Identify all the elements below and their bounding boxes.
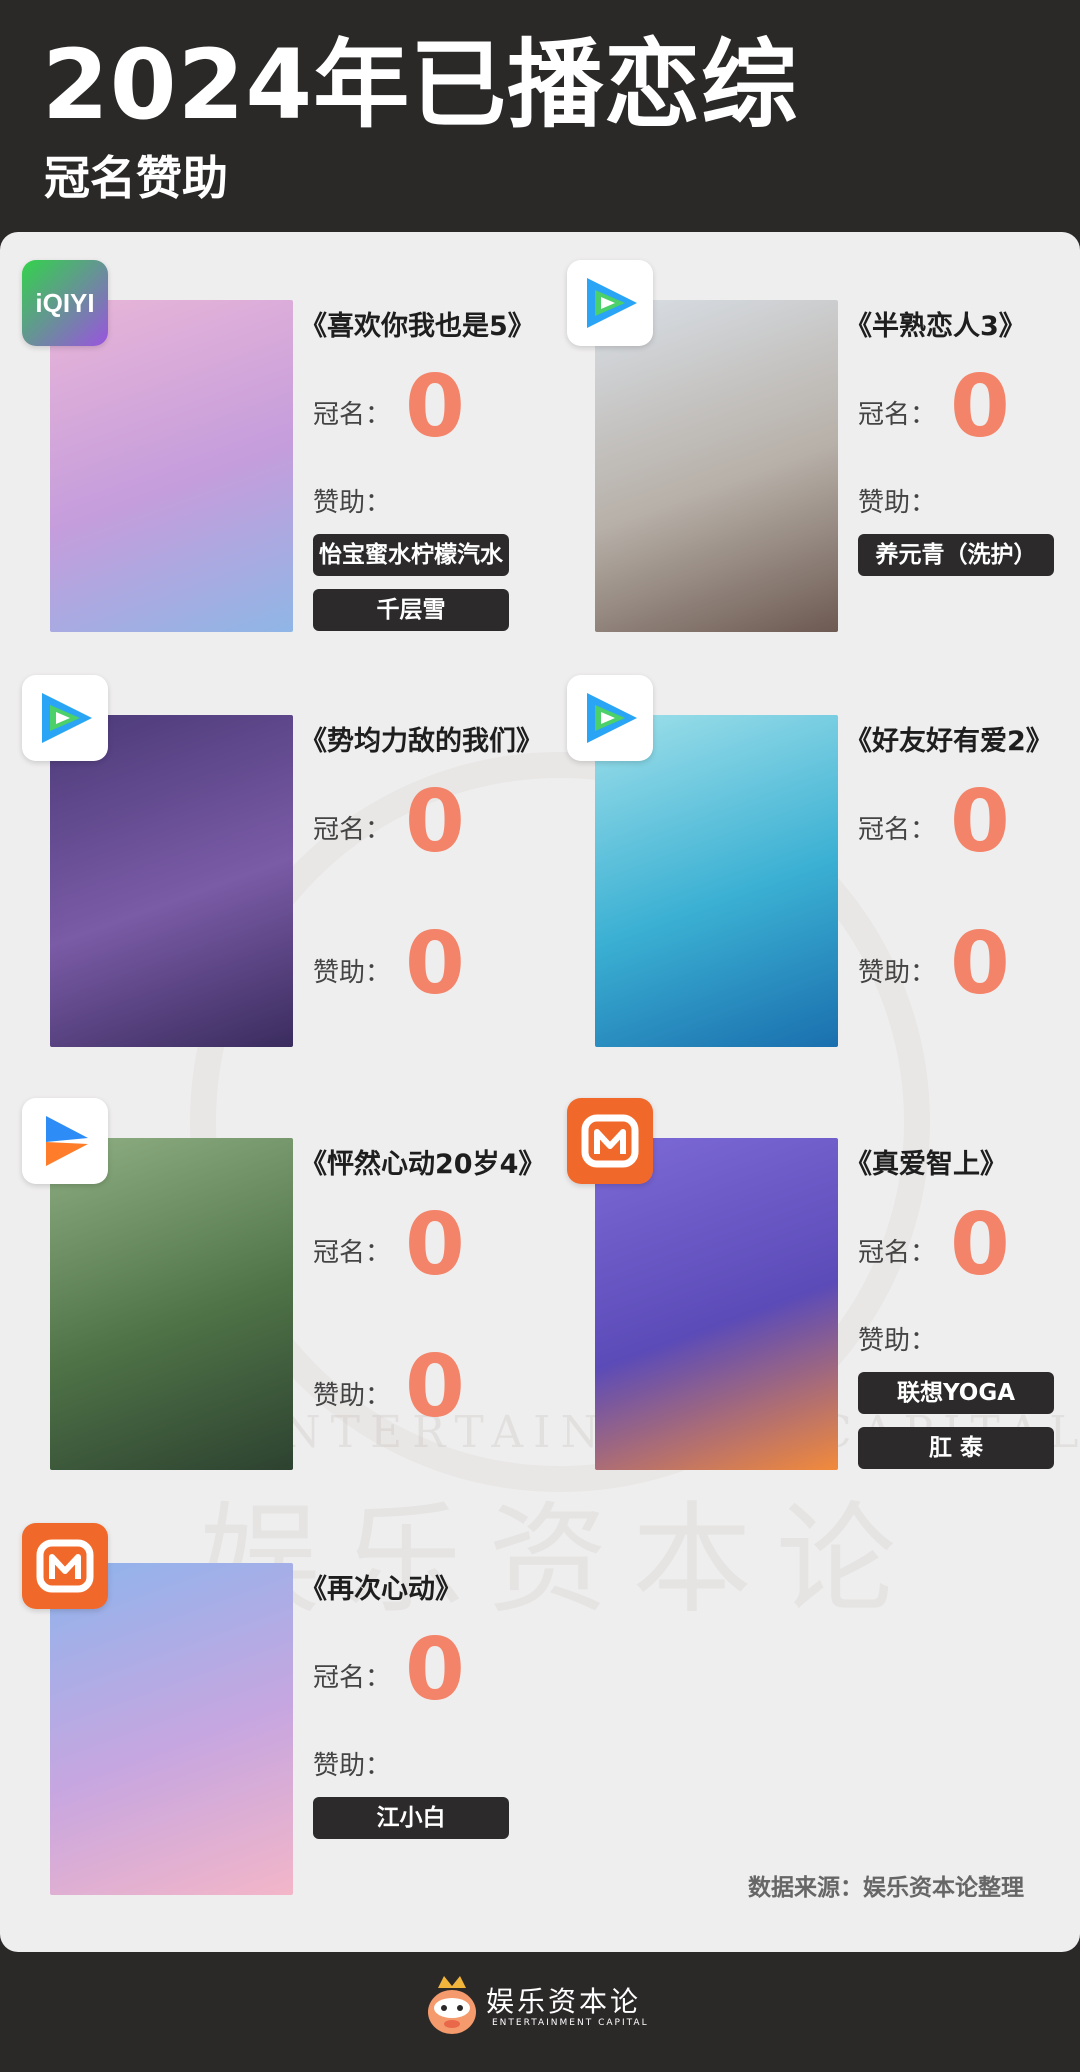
title-sponsor-count: 0 (405, 1195, 465, 1295)
show-poster[interactable] (50, 300, 293, 632)
youku-logo-icon (22, 1098, 108, 1184)
show-title: 《真爱智上》 (845, 1149, 1007, 1180)
show-title: 《势均力敌的我们》 (300, 726, 543, 757)
title-sponsor-label: 冠名： (313, 815, 392, 845)
tencent-logo-icon (567, 675, 653, 761)
title-sponsor-count: 0 (950, 1195, 1010, 1295)
title-sponsor-label: 冠名： (313, 400, 392, 430)
source-note: 数据来源：娱乐资本论整理 (748, 1875, 1024, 1901)
iqiyi-logo-icon: iQIYI (22, 260, 108, 346)
page-subtitle: 冠名赞助 (44, 151, 228, 205)
title-sponsor-label: 冠名： (313, 1663, 392, 1693)
sponsor-label: 赞助： (313, 1381, 392, 1411)
tencent-logo-icon (22, 675, 108, 761)
title-sponsor-count: 0 (950, 357, 1010, 457)
title-sponsor-count: 0 (405, 1620, 465, 1720)
sponsor-label: 赞助： (313, 488, 392, 518)
page-title: 2024年已播恋综 (42, 29, 799, 141)
content-panel: ENTERTAINMENT CAPITAL 娱乐资本论 iQIYI《喜欢你我也是… (0, 232, 1080, 1952)
title-sponsor-count: 0 (950, 772, 1010, 872)
show-title: 《怦然心动20岁4》 (300, 1149, 546, 1180)
show-poster[interactable] (50, 1563, 293, 1895)
sponsor-pill: 养元青（洗护） (858, 534, 1054, 576)
sponsor-label: 赞助： (858, 1326, 937, 1356)
show-title: 《好友好有爱2》 (845, 726, 1053, 757)
footer-brand-english: ENTERTAINMENT CAPITAL (492, 2018, 649, 2028)
show-poster[interactable] (50, 1138, 293, 1470)
sponsor-count: 0 (405, 914, 465, 1014)
footer-logo: 娱乐资本论 ENTERTAINMENT CAPITAL (424, 1968, 664, 2044)
sponsor-label: 赞助： (313, 958, 392, 988)
title-sponsor-label: 冠名： (858, 1238, 937, 1268)
show-card: 《势均力敌的我们》冠名： 0 赞助： 0 (0, 647, 543, 1047)
sponsor-label: 赞助： (313, 1751, 392, 1781)
title-sponsor-label: 冠名： (858, 400, 937, 430)
sponsor-label: 赞助： (858, 488, 937, 518)
title-sponsor-label: 冠名： (313, 1238, 392, 1268)
title-sponsor-label: 冠名： (858, 815, 937, 845)
sponsor-pill: 肛 泰 (858, 1427, 1054, 1469)
tencent-logo-icon (567, 260, 653, 346)
show-poster[interactable] (595, 715, 838, 1047)
title-sponsor-count: 0 (405, 357, 465, 457)
show-card: 《真爱智上》冠名： 0 赞助： 联想YOGA 肛 泰 (545, 1070, 1080, 1470)
show-card: 《半熟恋人3》冠名： 0 赞助： 养元青（洗护） (545, 232, 1080, 632)
mango-logo-icon (22, 1523, 108, 1609)
sponsor-pill: 江小白 (313, 1797, 509, 1839)
sponsor-pill: 怡宝蜜水柠檬汽水 (313, 534, 509, 576)
mascot-logo-icon (428, 1976, 476, 2034)
show-title: 《喜欢你我也是5》 (300, 311, 535, 342)
sponsor-label: 赞助： (858, 958, 937, 988)
title-sponsor-count: 0 (405, 772, 465, 872)
footer-brand-name: 娱乐资本论 (486, 1985, 642, 2018)
show-card: 《怦然心动20岁4》冠名： 0 赞助： 0 (0, 1070, 545, 1470)
show-card: 《再次心动》冠名： 0 赞助： 江小白 (0, 1495, 540, 1895)
mango-logo-icon (567, 1098, 653, 1184)
show-poster[interactable] (595, 300, 838, 632)
show-poster[interactable] (595, 1138, 838, 1470)
sponsor-pill: 千层雪 (313, 589, 509, 631)
show-poster[interactable] (50, 715, 293, 1047)
show-title: 《再次心动》 (300, 1574, 462, 1605)
sponsor-count: 0 (950, 914, 1010, 1014)
show-title: 《半熟恋人3》 (845, 311, 1026, 342)
sponsor-pill: 联想YOGA (858, 1372, 1054, 1414)
sponsor-count: 0 (405, 1337, 465, 1437)
show-card: iQIYI 《喜欢你我也是5》冠名： 0 赞助： 怡宝蜜水柠檬汽水 千层雪 (0, 232, 540, 632)
iqiyi-wordmark: iQIYI (35, 288, 94, 318)
show-card: 《好友好有爱2》冠名： 0 赞助： 0 (545, 647, 1080, 1047)
